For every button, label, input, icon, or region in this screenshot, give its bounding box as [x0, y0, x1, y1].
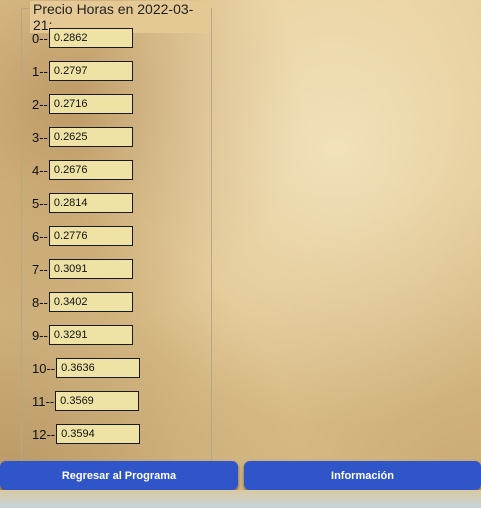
hour-row: 0-- 0.2862	[32, 28, 133, 48]
hour-price-field[interactable]: 0.2862	[48, 28, 133, 48]
hour-row: 11-- 0.3569	[32, 391, 140, 411]
hourly-price-panel: Precio Horas en 2022-03-21: 0-- 0.2862 1--…	[21, 1, 212, 479]
back-to-program-button[interactable]: Regresar al Programa	[0, 461, 238, 490]
hour-row: 12-- 0.3594	[32, 424, 141, 444]
hour-price-field[interactable]: 0.3091	[48, 259, 133, 279]
hour-label: 6--	[32, 228, 48, 244]
hour-price-field[interactable]: 0.3569	[55, 391, 140, 411]
hour-price-field[interactable]: 0.2776	[48, 226, 133, 246]
hour-price-field[interactable]: 0.2797	[48, 61, 133, 81]
hour-label: 9--	[32, 327, 48, 343]
hour-price-field[interactable]: 0.3291	[48, 325, 133, 345]
hour-price-field[interactable]: 0.2676	[48, 160, 133, 180]
hour-price-field[interactable]: 0.2716	[48, 94, 133, 114]
hour-row: 3-- 0.2625	[32, 127, 133, 147]
hour-label: 5--	[32, 195, 48, 211]
hour-row: 4-- 0.2676	[32, 160, 133, 180]
hour-label: 10--	[32, 360, 56, 376]
hour-row: 10-- 0.3636	[32, 358, 141, 378]
hour-price-field[interactable]: 0.3402	[48, 292, 133, 312]
information-button[interactable]: Información	[244, 461, 481, 490]
hour-row: 9-- 0.3291	[32, 325, 133, 345]
hour-row: 7-- 0.3091	[32, 259, 133, 279]
hour-price-field[interactable]: 0.3636	[56, 358, 141, 378]
hour-label: 1--	[32, 63, 48, 79]
hour-price-field[interactable]: 0.2814	[48, 193, 133, 213]
hour-label: 12--	[32, 426, 56, 442]
hour-label: 8--	[32, 294, 48, 310]
hour-row: 2-- 0.2716	[32, 94, 133, 114]
hour-label: 7--	[32, 261, 48, 277]
page-footer-band	[0, 490, 481, 508]
hour-row: 1-- 0.2797	[32, 61, 133, 81]
hour-label: 2--	[32, 96, 48, 112]
hour-row: 5-- 0.2814	[32, 193, 133, 213]
hour-row: 8-- 0.3402	[32, 292, 133, 312]
hour-label: 4--	[32, 162, 48, 178]
hour-row: 6-- 0.2776	[32, 226, 133, 246]
hour-label: 3--	[32, 129, 48, 145]
hour-label: 11--	[32, 393, 55, 409]
hour-price-field[interactable]: 0.2625	[48, 127, 133, 147]
hour-label: 0--	[32, 30, 48, 46]
hour-price-field[interactable]: 0.3594	[56, 424, 141, 444]
